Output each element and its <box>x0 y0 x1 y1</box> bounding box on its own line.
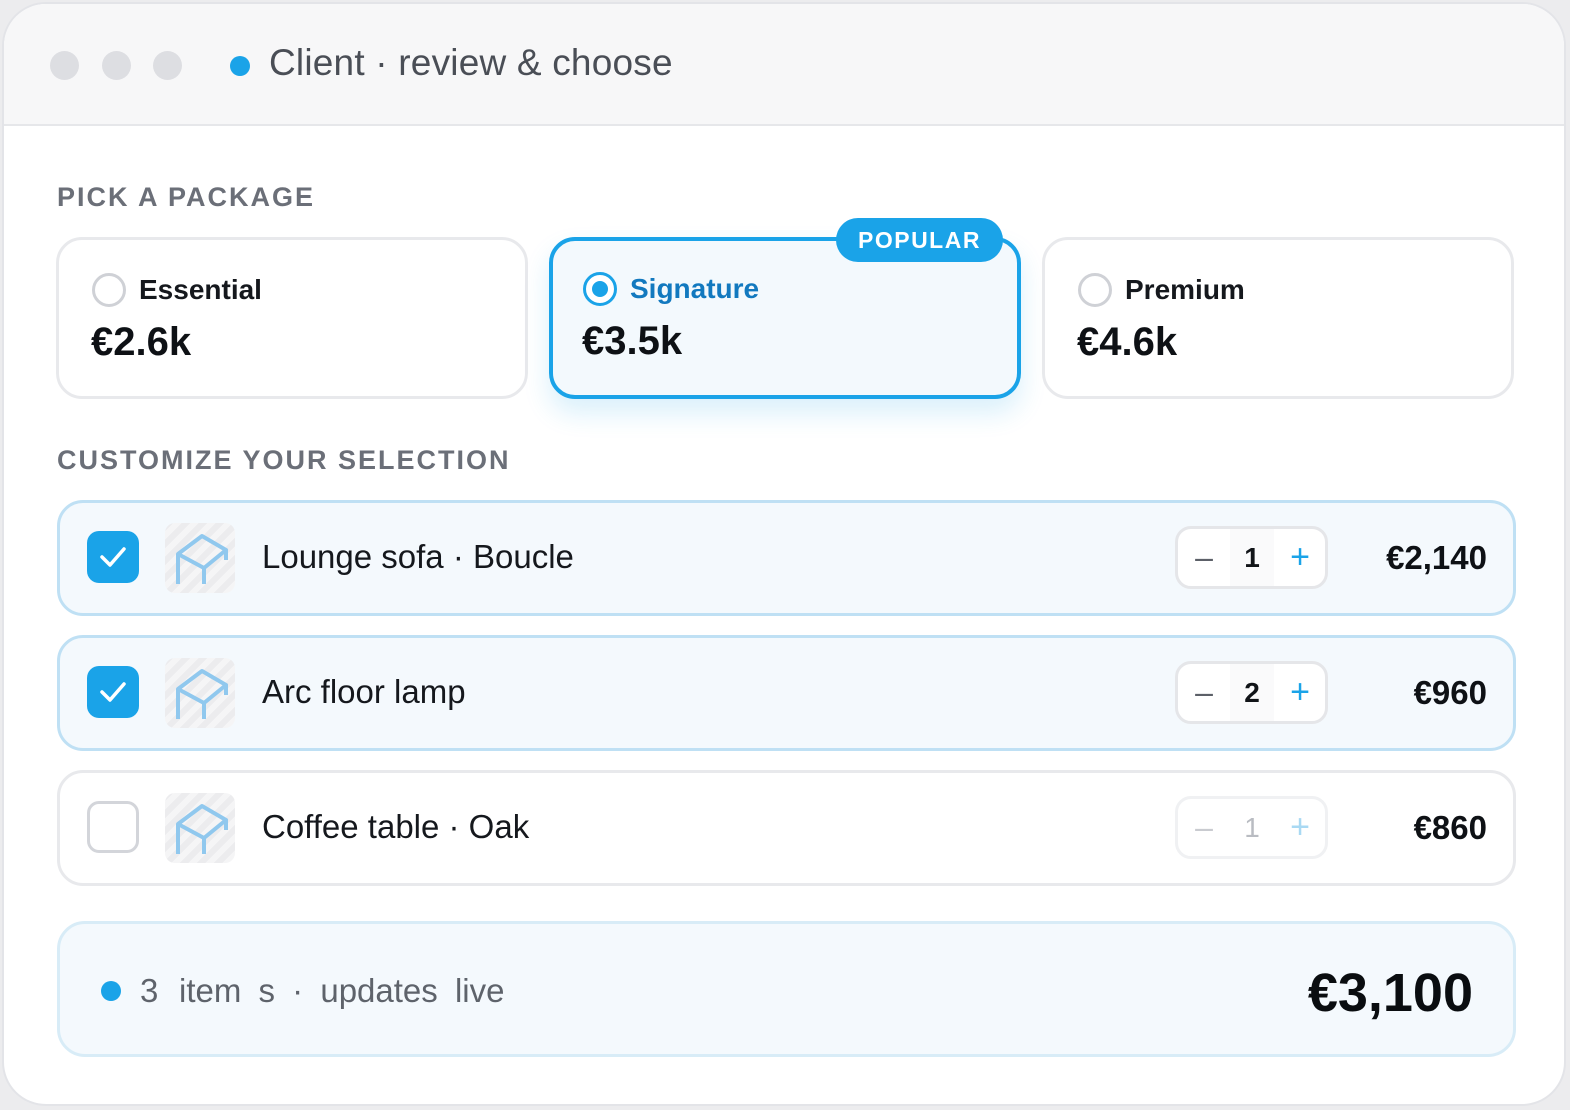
window-close-dot[interactable] <box>50 51 79 80</box>
quantity-stepper: – 1 + <box>1175 526 1328 589</box>
window-maximize-dot[interactable] <box>153 51 182 80</box>
summary-bar: 3 item s · updates live €3,100 <box>57 921 1516 1057</box>
furniture-placeholder-icon <box>176 669 228 719</box>
quantity-stepper: – 1 + <box>1175 796 1328 859</box>
summary-label: item s · updates live <box>179 972 505 1009</box>
package-price: €3.5k <box>582 319 683 363</box>
furniture-placeholder-icon <box>176 534 228 584</box>
radio-icon[interactable] <box>1078 273 1112 307</box>
furniture-placeholder-icon <box>176 804 228 854</box>
item-checkbox[interactable] <box>87 666 139 718</box>
package-card-essential[interactable]: Essential €2.6k <box>56 237 528 399</box>
decrement-button[interactable]: – <box>1178 799 1230 856</box>
item-thumbnail <box>165 523 235 593</box>
pick-package-heading: PICK A PACKAGE <box>57 182 316 212</box>
radio-dot-icon <box>592 281 608 297</box>
package-card-signature[interactable]: POPULAR Signature €3.5k <box>549 218 1021 399</box>
total-price: €3,100 <box>1307 963 1473 1023</box>
item-count: 3 <box>140 972 159 1009</box>
quantity-value: 1 <box>1230 799 1274 856</box>
customize-heading: CUSTOMIZE YOUR SELECTION <box>57 445 511 475</box>
line-item-row: Lounge sofa · Boucle – 1 + €2,140 <box>57 500 1516 616</box>
increment-button[interactable]: + <box>1274 799 1326 856</box>
item-checkbox[interactable] <box>87 801 139 853</box>
quantity-value: 2 <box>1230 664 1274 721</box>
window-minimize-dot[interactable] <box>102 51 131 80</box>
quantity-stepper: – 2 + <box>1175 661 1328 724</box>
package-name: Essential <box>139 274 262 305</box>
line-item-row: Arc floor lamp – 2 + €960 <box>57 635 1516 751</box>
line-item-row: Coffee table · Oak – 1 + €860 <box>57 770 1516 886</box>
decrement-button[interactable]: – <box>1178 664 1230 721</box>
window-title: Client · review & choose <box>269 42 673 83</box>
item-name: Lounge sofa · Boucle <box>262 538 574 575</box>
item-price: €860 <box>1413 809 1487 846</box>
item-price: €2,140 <box>1386 539 1487 576</box>
item-thumbnail <box>165 658 235 728</box>
app-window: Client · review & choose PICK A PACKAGE … <box>2 2 1566 1106</box>
live-status-icon <box>101 981 121 1001</box>
check-icon <box>100 547 126 567</box>
radio-icon[interactable] <box>92 273 126 307</box>
increment-button[interactable]: + <box>1274 664 1326 721</box>
title-bar: Client · review & choose <box>4 4 1564 126</box>
package-price: €4.6k <box>1077 320 1178 364</box>
package-card-premium[interactable]: Premium €4.6k <box>1042 237 1514 399</box>
live-status-icon <box>230 56 250 76</box>
package-name: Signature <box>630 273 760 304</box>
item-thumbnail <box>165 793 235 863</box>
increment-button[interactable]: + <box>1274 529 1326 586</box>
popular-badge: POPULAR <box>836 218 1003 262</box>
package-name: Premium <box>1125 274 1245 305</box>
check-icon <box>100 682 126 702</box>
item-name: Coffee table · Oak <box>262 808 530 845</box>
quantity-value: 1 <box>1230 529 1274 586</box>
item-price: €960 <box>1413 674 1487 711</box>
package-price: €2.6k <box>91 320 192 364</box>
item-checkbox[interactable] <box>87 531 139 583</box>
radio-selected-icon[interactable] <box>583 272 617 306</box>
decrement-button[interactable]: – <box>1178 529 1230 586</box>
item-name: Arc floor lamp <box>262 673 466 710</box>
